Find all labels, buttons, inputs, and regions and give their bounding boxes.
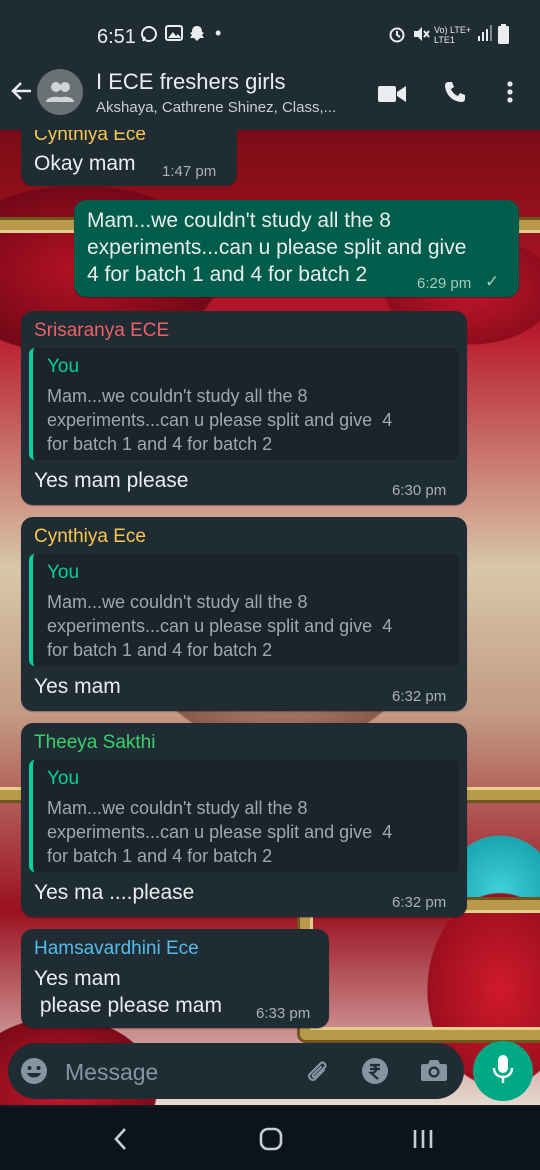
alarm-icon bbox=[388, 25, 406, 48]
message-text: Yes mam please please mam bbox=[34, 967, 222, 1017]
chat-header: I ECE freshers girls Akshaya, Cathrene S… bbox=[0, 62, 540, 130]
rupee-payment-icon[interactable] bbox=[361, 1057, 389, 1090]
message-time: 1:47 pm bbox=[162, 163, 217, 180]
nav-recents-icon[interactable] bbox=[412, 1128, 434, 1155]
quoted-text: Mam...we couldn't study all the 8 experi… bbox=[47, 798, 393, 866]
quoted-message[interactable]: You Mam...we couldn't study all the 8 ex… bbox=[29, 348, 459, 460]
nav-home-icon[interactable] bbox=[259, 1127, 283, 1156]
volte-bottom-label: LTE1 bbox=[434, 35, 455, 45]
message-time: 6:30 pm bbox=[392, 482, 447, 499]
video-call-icon[interactable] bbox=[378, 84, 406, 109]
message-time: 6:29 pm bbox=[417, 275, 472, 292]
mute-icon bbox=[412, 25, 430, 48]
message-bubble-incoming[interactable]: Hamsavardhini Ece Yes mam please please … bbox=[21, 929, 329, 1028]
message-bubble-outgoing[interactable]: Mam...we couldn't study all the 8 experi… bbox=[74, 200, 519, 297]
message-time: 6:32 pm bbox=[392, 688, 447, 705]
message-bubble-incoming[interactable]: Srisaranya ECE You Mam...we couldn't stu… bbox=[21, 311, 467, 505]
attach-icon[interactable] bbox=[304, 1057, 332, 1090]
quoted-message[interactable]: You Mam...we couldn't study all the 8 ex… bbox=[29, 760, 459, 872]
quoted-author: You bbox=[47, 562, 80, 583]
dot-icon: • bbox=[215, 23, 222, 43]
nav-back-icon[interactable] bbox=[113, 1127, 127, 1156]
more-options-icon[interactable] bbox=[506, 80, 514, 109]
message-compose-bar bbox=[8, 1043, 464, 1099]
system-nav-bar bbox=[0, 1107, 540, 1170]
voice-call-icon[interactable] bbox=[443, 80, 467, 109]
status-time: 6:51 bbox=[97, 26, 136, 48]
quoted-message[interactable]: You Mam...we couldn't study all the 8 ex… bbox=[29, 554, 459, 666]
wallpaper-frame bbox=[0, 220, 540, 800]
battery-icon bbox=[498, 24, 509, 49]
group-name[interactable]: I ECE freshers girls bbox=[96, 69, 286, 95]
message-text: Yes mam bbox=[34, 675, 121, 698]
status-bar: 6:51 • Vo) LTE+ LTE1 bbox=[0, 0, 540, 62]
group-avatar-icon[interactable] bbox=[37, 69, 83, 115]
group-members[interactable]: Akshaya, Cathrene Shinez, Class,... bbox=[96, 99, 336, 116]
back-arrow-icon[interactable] bbox=[10, 78, 34, 110]
message-input[interactable] bbox=[63, 1052, 287, 1092]
message-sender: Hamsavardhini Ece bbox=[34, 938, 199, 959]
snapchat-icon bbox=[189, 25, 205, 48]
message-text: Okay mam bbox=[34, 152, 136, 175]
message-sender: Theeya Sakthi bbox=[34, 732, 156, 753]
volte-top-label: Vo) LTE+ bbox=[434, 25, 472, 35]
message-sender: Cynthiya Ece bbox=[34, 526, 146, 547]
emoji-icon[interactable] bbox=[20, 1057, 48, 1090]
message-bubble-incoming[interactable]: Cynthiya Ece You Mam...we couldn't study… bbox=[21, 517, 467, 711]
volte-icon: Vo) LTE+ LTE1 bbox=[434, 25, 471, 45]
quoted-text: Mam...we couldn't study all the 8 experi… bbox=[47, 592, 393, 660]
quoted-author: You bbox=[47, 768, 80, 789]
message-time: 6:32 pm bbox=[392, 894, 447, 911]
mic-icon bbox=[492, 1054, 514, 1089]
quoted-author: You bbox=[47, 356, 80, 377]
message-text: Yes ma ....please bbox=[34, 881, 195, 904]
message-sender: Srisaranya ECE bbox=[34, 320, 170, 341]
camera-icon[interactable] bbox=[420, 1057, 448, 1088]
signal-icon bbox=[478, 25, 492, 46]
message-status-sent-icon: ✓ bbox=[485, 272, 500, 291]
image-icon bbox=[165, 25, 183, 46]
quoted-text: Mam...we couldn't study all the 8 experi… bbox=[47, 386, 393, 454]
mic-button[interactable] bbox=[473, 1041, 533, 1101]
message-text: Yes mam please bbox=[34, 469, 189, 492]
message-time: 6:33 pm bbox=[256, 1005, 311, 1022]
message-bubble-incoming[interactable]: Theeya Sakthi You Mam...we couldn't stud… bbox=[21, 723, 467, 917]
whatsapp-icon bbox=[140, 25, 158, 48]
wallpaper-frame bbox=[300, 900, 540, 1040]
message-text: Mam...we couldn't study all the 8 experi… bbox=[87, 209, 467, 286]
